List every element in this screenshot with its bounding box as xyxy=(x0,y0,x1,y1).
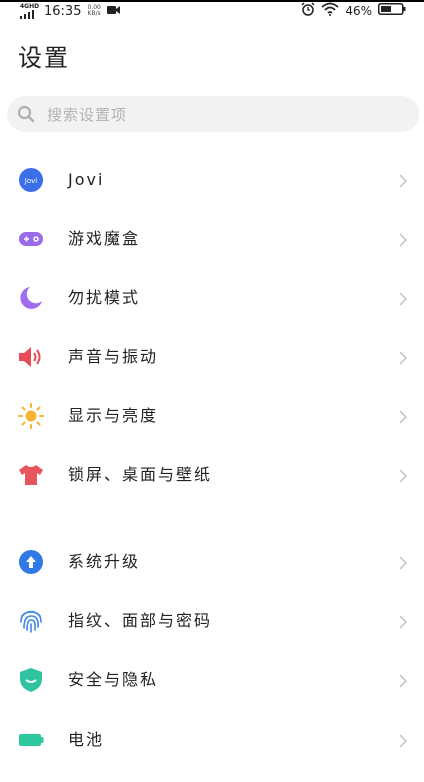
tshirt-icon xyxy=(18,462,44,488)
fingerprint-icon xyxy=(18,608,44,634)
settings-item-label: 声音与振动 xyxy=(68,347,159,366)
chevron-right-icon xyxy=(398,173,408,193)
page-title: 设置 xyxy=(18,44,70,72)
chevron-right-icon xyxy=(398,350,408,370)
settings-item-label: 勿扰模式 xyxy=(68,288,141,307)
chevron-right-icon xyxy=(398,232,408,252)
battery-status-icon xyxy=(378,3,406,19)
settings-item-label: 显示与亮度 xyxy=(68,406,159,425)
settings-item-label: 系统升级 xyxy=(68,552,141,571)
settings-item-label: 游戏魔盒 xyxy=(68,229,141,248)
net-speed: 0.00 KB/s xyxy=(87,5,100,17)
shield-icon xyxy=(18,667,44,693)
status-right: 46% xyxy=(301,2,406,20)
battery-icon xyxy=(18,727,44,753)
settings-item-label: 安全与隐私 xyxy=(68,670,159,689)
settings-item-battery[interactable]: 电池 xyxy=(0,712,424,768)
alarm-icon xyxy=(301,2,315,20)
chevron-right-icon xyxy=(398,409,408,429)
settings-item-display-brightness[interactable]: 显示与亮度 xyxy=(0,388,424,444)
settings-item-security-privacy[interactable]: 安全与隐私 xyxy=(0,652,424,708)
settings-item-do-not-disturb[interactable]: 勿扰模式 xyxy=(0,270,424,326)
network-type: 4GHD xyxy=(20,3,40,10)
speaker-icon xyxy=(18,344,44,370)
svg-text:Jovi: Jovi xyxy=(24,177,37,185)
gamepad-icon xyxy=(18,226,44,252)
wifi-icon xyxy=(321,2,339,20)
settings-item-system-update[interactable]: 系统升级 xyxy=(0,534,424,590)
signal-icon: 4GHD xyxy=(20,3,40,19)
chevron-right-icon xyxy=(398,614,408,634)
status-left: 4GHD 16:35 0.00 KB/s xyxy=(20,2,120,20)
settings-item-label: 锁屏、桌面与壁纸 xyxy=(68,465,213,484)
sun-icon xyxy=(18,403,44,429)
chevron-right-icon xyxy=(398,291,408,311)
net-speed-unit: KB/s xyxy=(87,10,101,17)
chevron-right-icon xyxy=(398,555,408,575)
chevron-right-icon xyxy=(398,733,408,753)
search-bar[interactable] xyxy=(7,96,419,134)
search-input[interactable] xyxy=(45,96,409,134)
settings-item-label: 电池 xyxy=(68,730,105,749)
chevron-right-icon xyxy=(398,468,408,488)
settings-item-sound-vibration[interactable]: 声音与振动 xyxy=(0,329,424,385)
moon-icon xyxy=(18,285,44,311)
video-record-icon xyxy=(106,4,120,19)
clock: 16:35 xyxy=(44,3,82,19)
settings-item-fingerprint-face-password[interactable]: 指纹、面部与密码 xyxy=(0,593,424,649)
upgrade-icon xyxy=(18,549,44,575)
search-icon xyxy=(17,105,35,127)
settings-item-label: Jovi xyxy=(68,170,105,189)
status-bar: 4GHD 16:35 0.00 KB/s 46% xyxy=(0,2,424,20)
settings-item-label: 指纹、面部与密码 xyxy=(68,611,213,630)
settings-item-game-box[interactable]: 游戏魔盒 xyxy=(0,211,424,267)
settings-item-lockscreen-wallpaper[interactable]: 锁屏、桌面与壁纸 xyxy=(0,447,424,503)
jovi-icon: Jovi xyxy=(18,167,44,193)
chevron-right-icon xyxy=(398,673,408,693)
battery-percent: 46% xyxy=(345,4,372,18)
settings-item-jovi[interactable]: Jovi Jovi xyxy=(0,152,424,208)
